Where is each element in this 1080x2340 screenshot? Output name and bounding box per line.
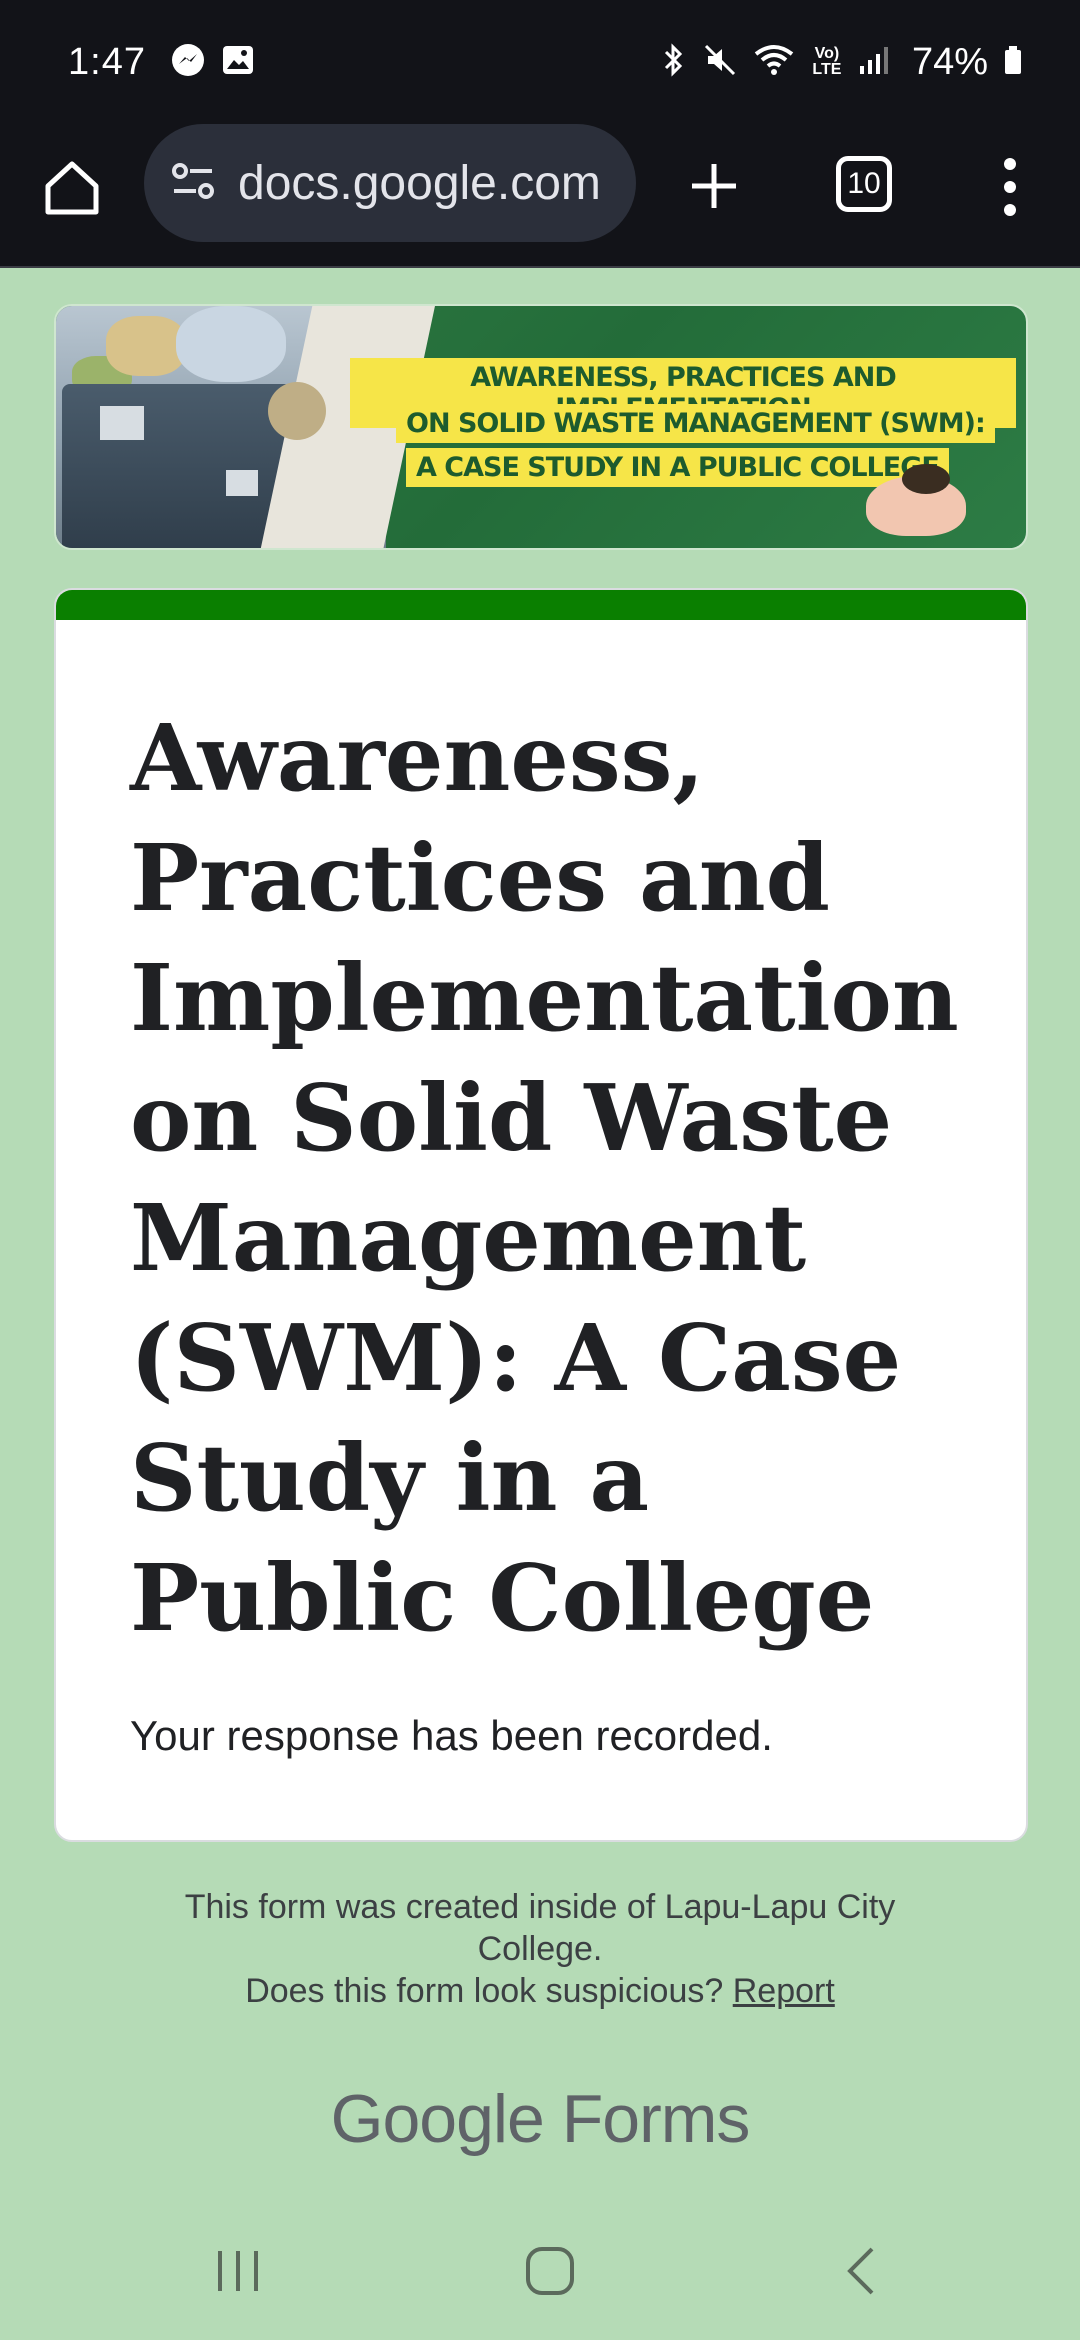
google-logo-text: Google [330, 2081, 545, 2157]
report-link[interactable]: Report [733, 1972, 835, 2010]
form-title: Awareness, Practices and Implementation … [130, 704, 959, 1652]
confirmation-message: Your response has been recorded. [130, 1712, 773, 1759]
suspicious-text: Does this form look suspicious? [245, 1972, 724, 2010]
created-inside-text-1: This form was created inside of Lapu-Lap… [184, 1888, 896, 1926]
more-menu-button[interactable] [990, 152, 1030, 222]
google-forms-logo[interactable]: Google Forms [0, 2080, 1080, 2158]
recycle-icon [268, 382, 326, 440]
status-left: 1:47 [68, 41, 256, 84]
back-icon [847, 2247, 874, 2294]
wifi-icon [752, 42, 796, 83]
battery-icon [1002, 42, 1024, 83]
recent-apps-button[interactable] [210, 2243, 266, 2304]
new-tab-button[interactable] [682, 154, 746, 218]
volte-icon: Vo) LTE [812, 45, 842, 78]
suspicious-line: Does this form look suspicious? Report [0, 1970, 1080, 2012]
status-bar: 1:47 Vo) LTE 74% [0, 0, 1080, 124]
battery-percent: 74% [911, 40, 988, 83]
site-settings-icon[interactable] [168, 155, 220, 212]
home-button[interactable] [40, 156, 104, 220]
signal-icon [858, 42, 892, 83]
home-nav-button[interactable] [522, 2243, 578, 2304]
system-nav-bar [0, 2206, 1080, 2340]
created-inside-text-2: College. [477, 1930, 603, 1968]
back-button[interactable] [834, 2243, 890, 2304]
browser-toolbar: docs.google.com 10 [0, 124, 1080, 268]
form-header-image: AWARENESS, PRACTICES AND IMPLEMENTATION … [54, 304, 1028, 550]
forms-logo-text: Forms [561, 2081, 751, 2157]
form-card: Awareness, Practices and Implementation … [54, 588, 1028, 1842]
mute-icon [702, 42, 738, 83]
card-accent-bar [56, 590, 1026, 620]
more-vert-icon [1004, 158, 1016, 216]
messenger-icon [170, 42, 206, 83]
bluetooth-icon [658, 42, 688, 83]
soil-image [902, 464, 950, 494]
url-text[interactable]: docs.google.com [238, 156, 601, 211]
banner-title-line-3: A CASE STUDY IN A PUBLIC COLLEGE [406, 448, 949, 487]
home-icon [45, 161, 99, 215]
recent-apps-icon [218, 2250, 258, 2291]
form-footer-note: This form was created inside of Lapu-Lap… [0, 1886, 1080, 2012]
gallery-icon [220, 42, 256, 83]
home-nav-icon [526, 2246, 574, 2295]
status-right: Vo) LTE 74% [658, 41, 1024, 84]
banner-title-line-2: ON SOLID WASTE MANAGEMENT (SWM): [396, 404, 995, 443]
tab-switcher-button[interactable]: 10 [836, 156, 892, 212]
status-time: 1:47 [68, 40, 146, 83]
address-bar[interactable]: docs.google.com [144, 124, 636, 242]
plus-icon [692, 164, 736, 208]
